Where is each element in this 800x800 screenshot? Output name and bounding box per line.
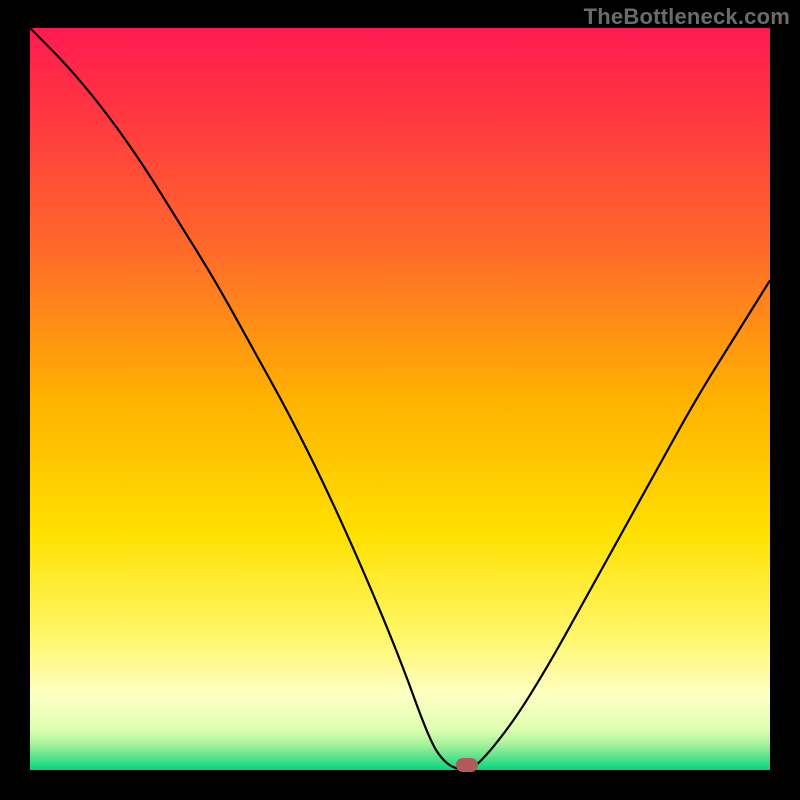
attribution-label: TheBottleneck.com — [584, 4, 790, 30]
optimal-point-marker — [456, 758, 478, 772]
plot-area — [30, 28, 770, 770]
chart-frame: TheBottleneck.com — [0, 0, 800, 800]
chart-svg — [30, 28, 770, 770]
